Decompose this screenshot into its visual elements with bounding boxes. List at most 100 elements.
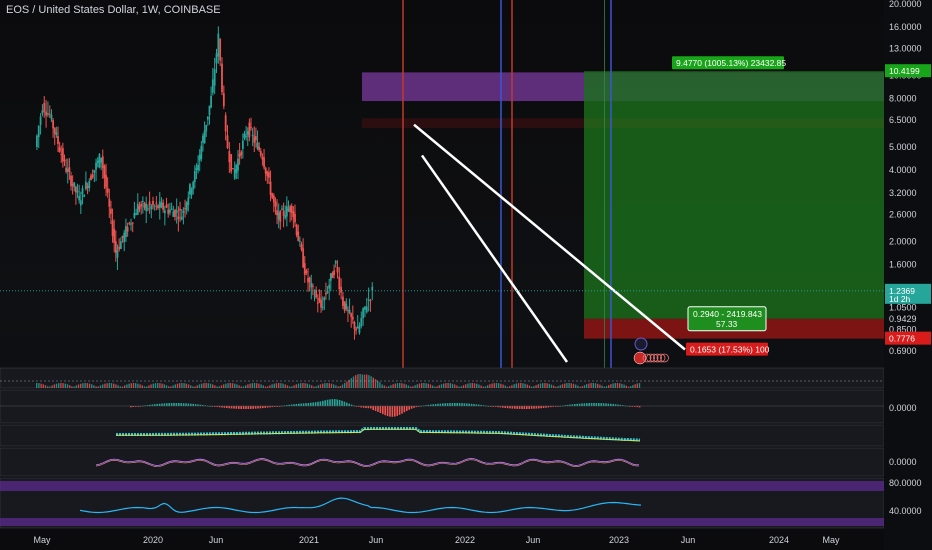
volume-bar [478, 384, 480, 388]
histogram-bar [257, 406, 259, 409]
histogram-bar [348, 403, 350, 406]
histogram-bar [163, 403, 166, 406]
candle-body [167, 209, 170, 214]
candle-body [52, 120, 55, 129]
price-tick-label: 4.0000 [889, 165, 917, 175]
volume-bar [64, 383, 66, 388]
volume-bar [148, 385, 150, 388]
histogram-bar [610, 403, 612, 406]
histogram-bar [372, 406, 374, 411]
time-tick-label: 2020 [143, 535, 163, 545]
volume-bar [599, 384, 601, 388]
candle-body [261, 156, 264, 160]
candle-body [298, 240, 301, 242]
volume-bar [491, 383, 493, 388]
candle-body [238, 153, 241, 157]
candle-body [329, 273, 332, 281]
volume-bar [77, 384, 80, 388]
volume-bar [295, 384, 297, 388]
histogram-bar [346, 402, 348, 406]
volume-bar [55, 383, 58, 388]
candle-body [347, 309, 349, 311]
candle-body [190, 189, 193, 195]
time-tick-label: 2024 [769, 535, 789, 545]
volume-bar [476, 383, 478, 388]
volume-bar [286, 385, 289, 388]
histogram-bar [600, 403, 602, 406]
volume-bar [328, 383, 330, 388]
volume-bar [610, 384, 612, 388]
histogram-bar [598, 403, 600, 406]
volume-bar [405, 384, 407, 388]
histogram-bar [590, 403, 593, 406]
candle-body [192, 181, 195, 190]
histogram-bar [463, 403, 466, 406]
candle-body [63, 160, 66, 162]
histogram-bar [406, 406, 408, 411]
volume-bar [489, 384, 491, 388]
volume-bar [225, 383, 227, 388]
volume-bar [623, 384, 625, 388]
candle-body [323, 297, 326, 301]
volume-bar [335, 385, 337, 388]
volume-bar [423, 383, 425, 388]
volume-bar [216, 386, 218, 388]
histogram-bar [581, 403, 583, 406]
volume-bar [506, 386, 509, 388]
volume-bar [311, 385, 313, 388]
volume-bar [157, 383, 159, 388]
volume-bar [594, 383, 597, 388]
histogram-bar [233, 406, 235, 409]
volume-bar [108, 383, 110, 388]
volume-bar [564, 383, 566, 388]
price-tick-label: 13.0000 [889, 43, 922, 53]
histogram-bar [336, 399, 338, 406]
volume-bar [469, 383, 471, 388]
candle-body [36, 135, 38, 147]
volume-bar [236, 384, 238, 388]
price-tick-label: 1.0500 [889, 303, 917, 313]
candle-body [289, 206, 292, 213]
volume-bar [152, 383, 154, 388]
histogram-bar [475, 404, 478, 406]
volume-bar [344, 383, 346, 388]
volume-bar [326, 383, 328, 388]
volume-bar [555, 386, 557, 388]
volume-bar [242, 386, 245, 388]
volume-bar [293, 385, 295, 388]
volume-bar [227, 383, 229, 388]
volume-bar [612, 383, 614, 388]
volume-bar [187, 384, 190, 388]
candle-body [215, 53, 218, 64]
candle-body [345, 303, 348, 309]
volume-bar [392, 384, 394, 388]
price-tick-label: 0.9429 [889, 314, 917, 324]
time-tick-label: 2023 [609, 535, 629, 545]
histogram-bar [230, 406, 233, 409]
candle-body [101, 156, 104, 168]
histogram-bar [391, 406, 394, 417]
histogram-bar [602, 403, 605, 406]
histogram-bar [432, 404, 434, 406]
candle-body [226, 135, 229, 148]
volume-bar [194, 386, 196, 388]
candle-body [105, 174, 107, 188]
volume-bar [185, 383, 187, 388]
candle-body [318, 297, 321, 302]
candle-body [208, 105, 211, 116]
volume-bar [557, 386, 559, 388]
volume-bar [183, 383, 185, 388]
histogram-bar [329, 399, 331, 406]
candle-body [221, 63, 223, 93]
volume-bar [330, 383, 333, 388]
volume-bar [253, 383, 256, 388]
volume-bar [401, 383, 403, 388]
candle-body [177, 216, 180, 220]
rsi-upper-band [0, 481, 884, 491]
vertical-markers [402, 0, 612, 388]
chart-canvas[interactable]: 20.000016.000013.000010.00008.00006.5000… [0, 0, 932, 550]
histogram-bar [403, 406, 406, 413]
candle-body [95, 162, 97, 170]
candle-body [202, 135, 204, 143]
volume-bar [588, 383, 590, 388]
